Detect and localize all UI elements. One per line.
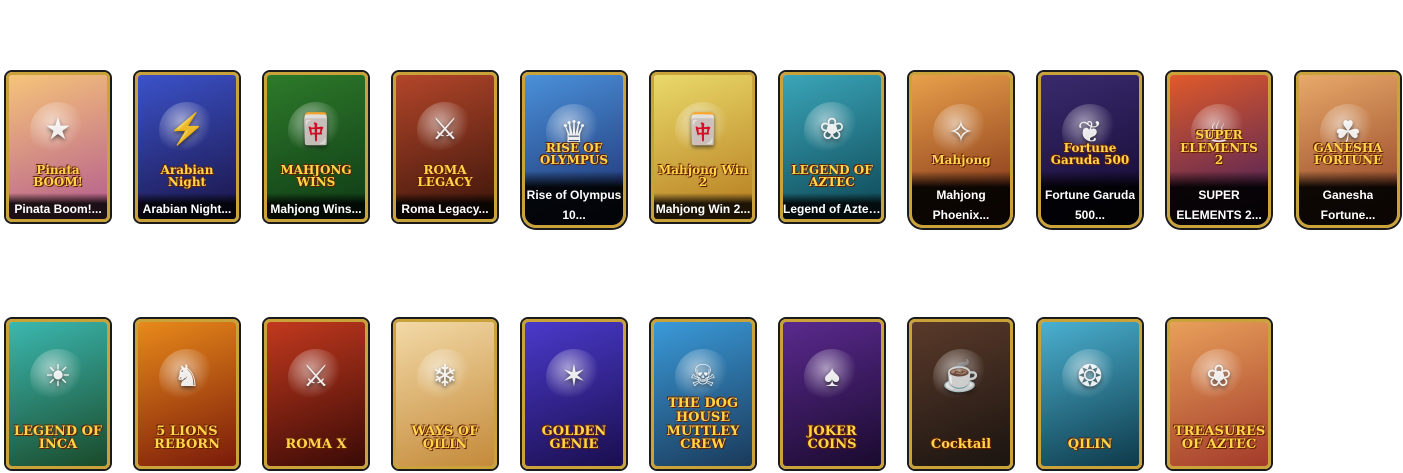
game-logo: GOLDEN GENIE: [541, 423, 607, 453]
game-card[interactable]: ☠ THE DOG HOUSE MUTTLEY CREW: [651, 319, 755, 469]
game-card[interactable]: ❄ WAYS OF QILIN: [393, 319, 497, 469]
game-title-line: Ganesha: [1322, 188, 1374, 202]
game-title: Arabian Night...: [142, 202, 232, 216]
game-title: Legend of Aztec...: [783, 202, 881, 216]
game-logo: Mahjong: [931, 153, 991, 168]
game-title-line: 10...: [562, 208, 586, 222]
game-card[interactable]: ✧ Mahjong Mahjong Phoenix...: [909, 72, 1013, 228]
game-title-line: Fortune...: [1320, 208, 1376, 222]
game-card[interactable]: ★ Pinata BOOM! Pinata Boom!...: [6, 72, 110, 222]
mask-icon: ☀: [30, 348, 86, 405]
genie-icon: ✶: [546, 348, 602, 405]
game-logo: Arabian Night: [160, 162, 214, 190]
game-card[interactable]: ⚡ Arabian Night Arabian Night...: [135, 72, 239, 222]
game-logo: THE DOG HOUSE MUTTLEY CREW: [666, 396, 740, 453]
game-logo: WAYS OF QILIN: [411, 423, 479, 453]
game-card[interactable]: ♨ SUPER ELEMENTS 2 SUPER ELEMENTS 2...: [1167, 72, 1271, 228]
game-card[interactable]: ♛ RISE OF OLYMPUS Rise of Olympus 10...: [522, 72, 626, 228]
game-logo: QILIN: [1067, 437, 1113, 453]
game-card[interactable]: ❦ Fortune Garuda 500 Fortune Garuda 500...: [1038, 72, 1142, 228]
game-logo: Mahjong Win 2: [658, 162, 748, 190]
game-card[interactable]: 🀄 MAHJONG WINS Mahjong Wins...: [264, 72, 368, 222]
mahjong-tile-icon: 🀄: [288, 101, 344, 158]
game-logo: Pinata BOOM!: [33, 162, 83, 190]
game-logo: LEGEND OF AZTEC: [791, 162, 873, 190]
star-icon: ★: [30, 101, 86, 158]
game-grid: ★ Pinata BOOM! Pinata Boom!... ⚡ Arabian Nig…: [6, 72, 1400, 469]
lightning-icon: ⚡: [159, 101, 215, 158]
game-logo: ROMA LEGACY: [417, 162, 473, 190]
cocktail-icon: ☕: [933, 348, 989, 405]
feather-icon: ❀: [804, 101, 860, 158]
game-logo: Cocktail: [930, 437, 992, 453]
game-title-line: Rise of Olympus: [526, 188, 622, 202]
game-logo: JOKER COINS: [807, 423, 857, 453]
game-logo: ROMA X: [285, 437, 347, 453]
helmet-icon: ⚔: [288, 348, 344, 405]
game-card[interactable]: 🀄 Mahjong Win 2 Mahjong Win 2...: [651, 72, 755, 222]
game-title: Mahjong Wins...: [270, 202, 362, 216]
game-card[interactable]: ☘ GANESHA FORTUNE Ganesha Fortune...: [1296, 72, 1400, 228]
game-title-line: Mahjong: [936, 188, 986, 202]
mahjong-tile-icon: 🀄: [675, 101, 731, 158]
game-title-line: ELEMENTS 2...: [1176, 208, 1262, 222]
joker-icon: ♠: [804, 348, 860, 405]
qilin-icon: ❄: [417, 348, 473, 405]
game-title: Pinata Boom!...: [14, 202, 102, 216]
game-card[interactable]: ❂ QILIN: [1038, 319, 1142, 469]
helmet-icon: ⚔: [417, 101, 473, 158]
game-card[interactable]: ☕ Cocktail: [909, 319, 1013, 469]
game-card[interactable]: ✶ GOLDEN GENIE: [522, 319, 626, 469]
game-title-line: Phoenix...: [932, 208, 990, 222]
game-card[interactable]: ♞ 5 LIONS REBORN: [135, 319, 239, 469]
game-logo: LEGEND OF INCA: [13, 423, 103, 453]
phoenix-icon: ✧: [933, 104, 989, 160]
game-logo: 5 LIONS REBORN: [154, 423, 220, 453]
game-logo: GANESHA FORTUNE: [1313, 140, 1383, 168]
game-card[interactable]: ♠ JOKER COINS: [780, 319, 884, 469]
feather-icon: ❀: [1191, 348, 1247, 405]
game-card[interactable]: ❀ TREASURES OF AZTEC: [1167, 319, 1271, 469]
dragon-icon: ❂: [1062, 348, 1118, 405]
game-logo: MAHJONG WINS: [280, 162, 352, 190]
lion-icon: ♞: [159, 348, 215, 405]
game-title: Roma Legacy...: [401, 202, 489, 216]
game-logo: TREASURES OF AZTEC: [1174, 423, 1266, 453]
game-card[interactable]: ❀ LEGEND OF AZTEC Legend of Aztec...: [780, 72, 884, 222]
game-card[interactable]: ⚔ ROMA X: [264, 319, 368, 469]
game-title: Mahjong Win 2...: [655, 202, 751, 216]
game-logo: SUPER ELEMENTS 2: [1180, 128, 1258, 168]
game-logo: Fortune Garuda 500: [1050, 140, 1130, 168]
game-card[interactable]: ⚔ ROMA LEGACY Roma Legacy...: [393, 72, 497, 222]
game-card[interactable]: ☀ LEGEND OF INCA: [6, 319, 110, 469]
game-title-line: SUPER: [1198, 188, 1240, 202]
game-title-line: Fortune Garuda: [1044, 188, 1135, 202]
game-title-line: 500...: [1074, 208, 1106, 222]
game-logo: RISE OF OLYMPUS: [539, 140, 609, 168]
